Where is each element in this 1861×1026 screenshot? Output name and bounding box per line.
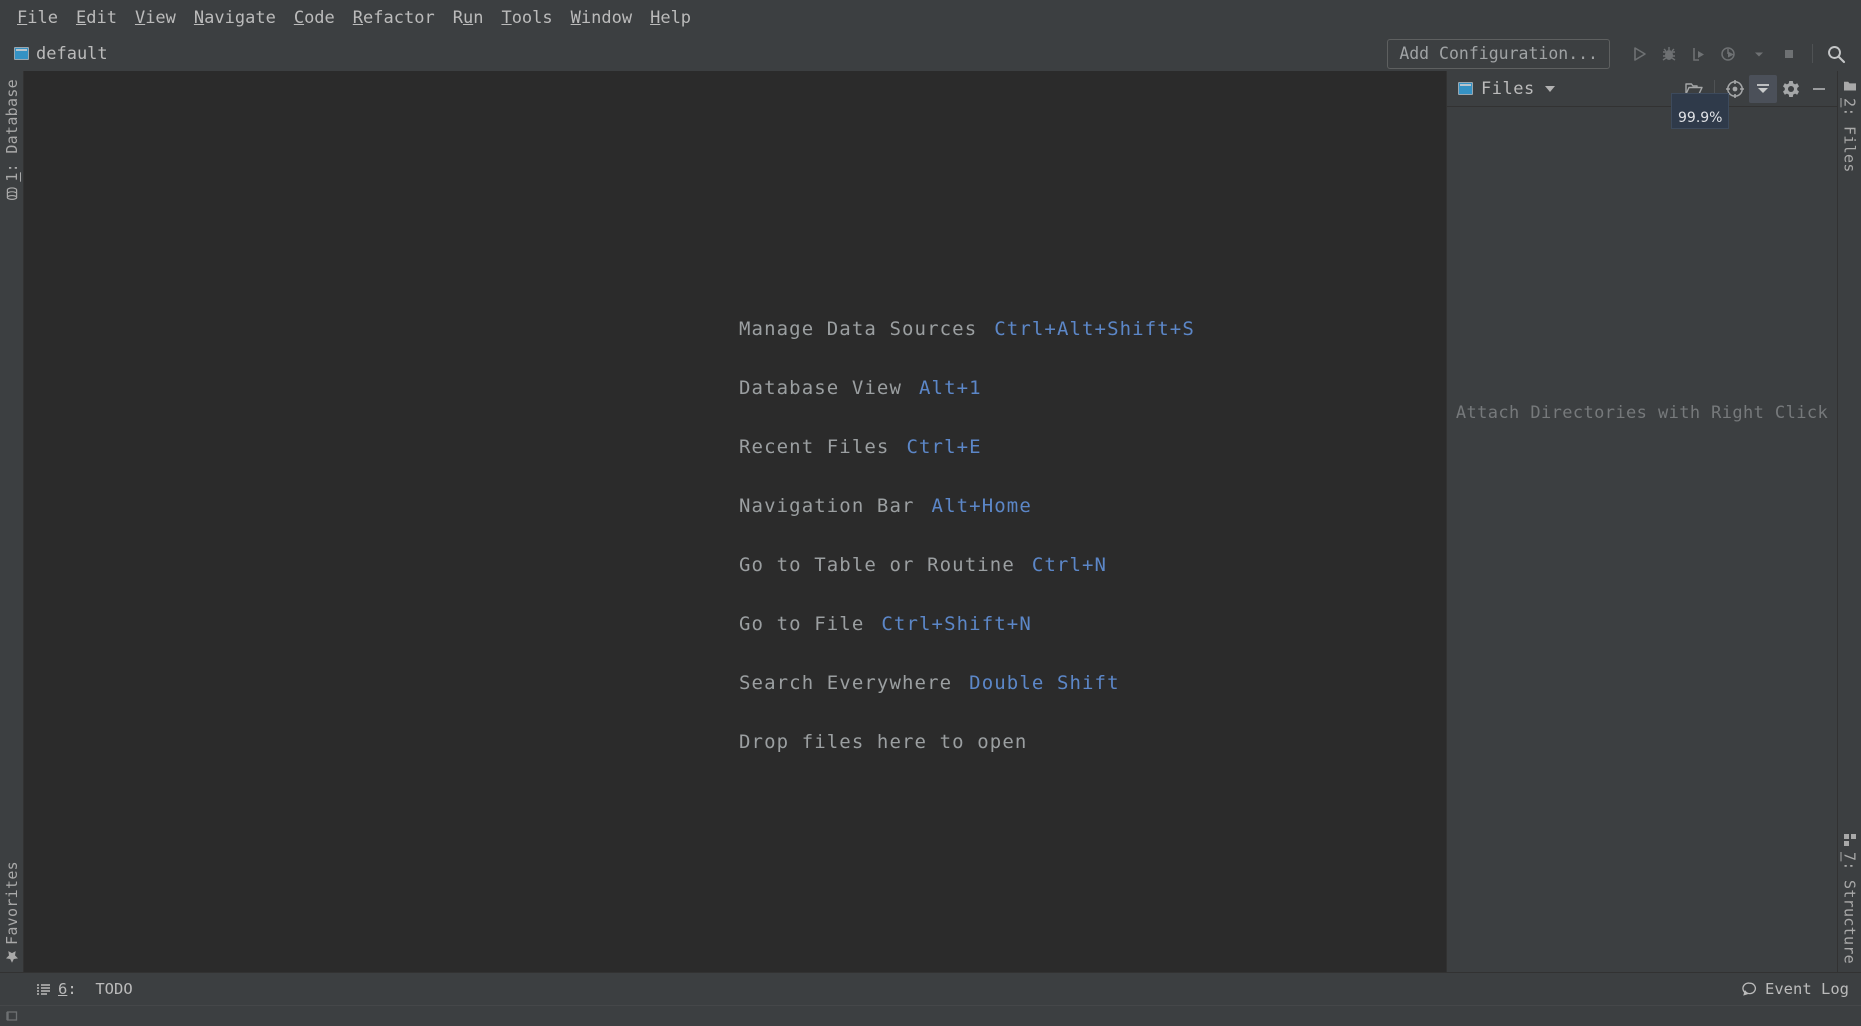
editor-area[interactable]: Manage Data Sources Ctrl+Alt+Shift+S Dat… [24,71,1446,972]
status-bar-right: Event Log [1742,980,1849,998]
sidebar-item-favorites-label: Favorites [2,861,21,945]
editor-and-panels: Manage Data Sources Ctrl+Alt+Shift+S Dat… [24,71,1837,972]
todo-list-icon [36,982,51,997]
files-tool-window: Files 99.9% Attach Directories with Righ… [1446,71,1837,972]
empty-editor-tips: Manage Data Sources Ctrl+Alt+Shift+S Dat… [739,299,1195,771]
bottom-strip [0,1005,1861,1026]
event-log-button[interactable]: Event Log [1742,980,1849,998]
sidebar-item-database[interactable]: 1: Database [1,71,23,209]
gear-icon[interactable] [1777,75,1805,103]
menu-bar: File Edit View Navigate Code Refactor Ru… [0,0,1861,36]
event-log-label: Event Log [1765,980,1849,998]
run-coverage-button[interactable] [1684,39,1714,69]
tip-action-label: Navigation Bar [739,494,915,517]
search-icon[interactable] [1821,39,1851,69]
files-panel-title: Files [1481,78,1535,99]
tip-row[interactable]: Recent Files Ctrl+E [739,417,1195,476]
tip-shortcut-label: Double Shift [969,671,1120,694]
ide-window: File Edit View Navigate Code Refactor Ru… [0,0,1861,1026]
tip-row[interactable]: Database View Alt+1 [739,358,1195,417]
tip-action-label: Go to Table or Routine [739,553,1015,576]
tip-shortcut-label: Ctrl+Alt+Shift+S [994,317,1195,340]
menu-item-refactor[interactable]: Refactor [344,6,444,30]
tip-row[interactable]: Navigation Bar Alt+Home [739,476,1195,535]
tip-row[interactable]: Search Everywhere Double Shift [739,653,1195,712]
tip-action-label: Search Everywhere [739,671,953,694]
menu-item-window[interactable]: Window [562,6,641,30]
sidebar-item-database-label: 1: Database [2,79,21,182]
sidebar-item-structure[interactable]: 7: Structure [1839,825,1861,972]
tip-row[interactable]: Go to Table or Routine Ctrl+N [739,535,1195,594]
main-toolbar: Add Configuration... [1387,36,1861,71]
tip-row-drop-files: Drop files here to open [739,712,1195,771]
right-tool-stripe: 2: Files 7: Structure [1837,71,1861,972]
files-tree-body[interactable]: Attach Directories with Right Click [1447,107,1837,972]
tip-row[interactable]: Manage Data Sources Ctrl+Alt+Shift+S [739,299,1195,358]
folder-icon [1843,79,1857,93]
tip-shortcut-label: Alt+1 [919,376,982,399]
menu-item-edit[interactable]: Edit [67,6,126,30]
tip-action-label: Drop files here to open [739,730,1028,753]
menu-item-view[interactable]: View [126,6,185,30]
sidebar-item-structure-label: 7: Structure [1840,852,1859,964]
project-name-label: default [36,43,108,64]
add-configuration-button[interactable]: Add Configuration... [1387,38,1610,69]
toolbar-divider [1812,44,1813,63]
status-bar: 6: TODO Event Log [0,972,1861,1005]
tip-action-label: Recent Files [739,435,890,458]
monitor-icon [1458,82,1473,95]
collapse-all-icon[interactable] [1749,74,1777,103]
tip-row[interactable]: Go to File Ctrl+Shift+N [739,594,1195,653]
tip-shortcut-label: Ctrl+Shift+N [881,612,1032,635]
status-todo-button[interactable]: 6: TODO [36,980,133,998]
sidebar-item-files-label: 2: Files [1840,98,1859,173]
tip-shortcut-label: Ctrl+E [906,435,982,458]
monitor-icon [14,47,29,60]
chevron-down-icon[interactable] [1544,85,1555,92]
tip-shortcut-label: Alt+Home [931,494,1032,517]
database-icon [5,187,19,201]
progress-tooltip: 99.9% [1671,93,1730,129]
navigation-bar: default Add Configuration... [0,36,1861,71]
menu-item-help[interactable]: Help [641,6,700,30]
debug-button[interactable] [1654,39,1684,69]
sidebar-item-favorites[interactable]: Favorites [1,853,23,972]
menu-item-code[interactable]: Code [285,6,344,30]
tip-action-label: Go to File [739,612,865,635]
breadcrumb-project[interactable]: default [10,42,112,66]
status-todo-label: 6: TODO [58,980,133,998]
chevron-down-icon[interactable] [1744,39,1774,69]
menu-item-tools[interactable]: Tools [492,6,561,30]
event-log-icon [1742,981,1758,997]
tip-action-label: Database View [739,376,903,399]
workspace: 1: Database Favorites Manage Data Source… [0,71,1861,972]
structure-icon [1843,833,1857,847]
minimize-icon[interactable] [1805,75,1833,103]
run-button[interactable] [1624,39,1654,69]
tip-shortcut-label: Ctrl+N [1031,553,1108,576]
menu-item-file[interactable]: File [8,6,67,30]
tip-action-label: Manage Data Sources [739,317,978,340]
menu-item-navigate[interactable]: Navigate [185,6,285,30]
star-icon [5,950,19,964]
left-tool-stripe: 1: Database Favorites [0,71,24,972]
window-resize-icon [5,1009,19,1023]
menu-item-run[interactable]: Run [444,6,493,30]
profile-button[interactable] [1714,39,1744,69]
files-empty-message: Attach Directories with Right Click [1455,403,1829,423]
stop-button[interactable] [1774,39,1804,69]
sidebar-item-files[interactable]: 2: Files [1839,71,1861,181]
files-tool-window-header: Files 99.9% [1447,71,1837,129]
